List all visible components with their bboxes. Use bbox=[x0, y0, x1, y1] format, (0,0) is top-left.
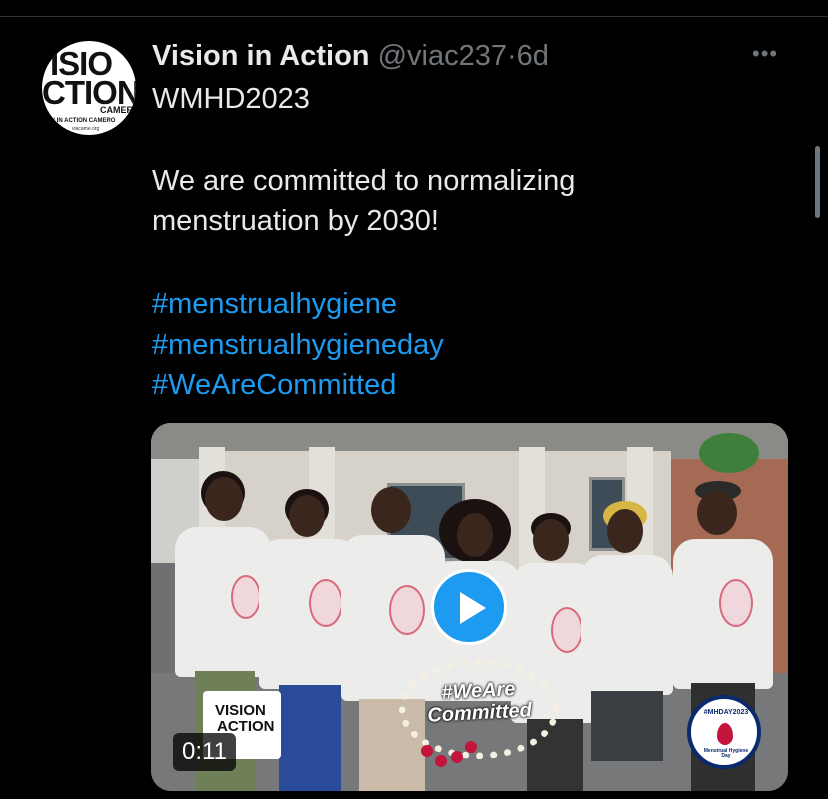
hashtag-link[interactable]: #WeAreCommitted bbox=[152, 365, 396, 405]
separator: · bbox=[506, 40, 517, 72]
avatar-logo-text: ON IN ACTION CAMERO bbox=[46, 118, 116, 124]
avatar-logo-text: viacame.org bbox=[72, 126, 100, 132]
video-background bbox=[699, 433, 759, 473]
video-duration: 0:11 bbox=[173, 733, 236, 771]
scrollbar-thumb[interactable] bbox=[815, 146, 820, 218]
hearts-decoration bbox=[421, 741, 481, 775]
play-icon bbox=[460, 592, 486, 624]
more-horizontal-icon[interactable]: ••• bbox=[752, 43, 778, 65]
hashtag-link[interactable]: #menstrualhygieneday bbox=[152, 325, 444, 365]
avatar[interactable]: ISIO CTION CAMERO ON IN ACTION CAMERO vi… bbox=[42, 41, 136, 135]
user-handle[interactable]: @viac237 bbox=[378, 40, 507, 72]
display-name[interactable]: Vision in Action bbox=[152, 40, 370, 72]
blood-drop-icon bbox=[717, 723, 733, 745]
video-player[interactable]: VISION ACTION #WeAre Committed #MHDAY202… bbox=[151, 423, 788, 791]
avatar-logo-text: CAMERO bbox=[100, 105, 136, 115]
tweet-text-line: We are committed to normalizing bbox=[152, 165, 576, 197]
top-divider bbox=[0, 16, 828, 17]
tweet-text-line: menstruation by 2030! bbox=[152, 205, 439, 237]
tweet-text-line: WMHD2023 bbox=[152, 83, 310, 115]
we-are-committed-text: #WeAre Committed bbox=[426, 678, 533, 727]
hashtag-link[interactable]: #menstrualhygiene bbox=[152, 284, 397, 324]
tweet-time[interactable]: 6d bbox=[517, 40, 549, 72]
play-button[interactable] bbox=[431, 569, 507, 645]
tweet-header: Vision in Action @viac237·6d bbox=[152, 38, 549, 74]
mhday-badge: #MHDAY2023 Menstrual Hygiene Day bbox=[687, 695, 761, 769]
